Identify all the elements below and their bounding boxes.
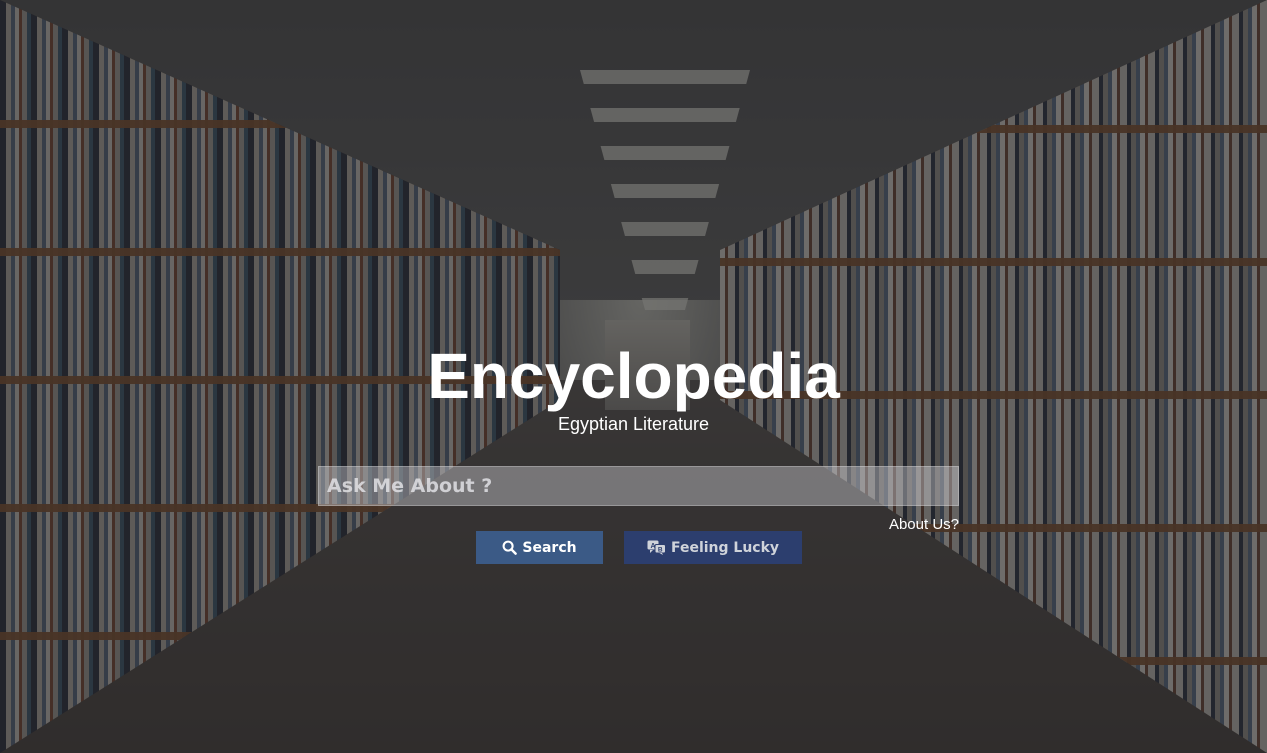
page-subtitle: Egyptian Literature [557,414,710,434]
page-title: Encyclopedia [427,340,840,412]
search-icon [502,540,518,555]
about-us-link[interactable]: About Us? [880,516,959,534]
search-input[interactable] [318,466,959,506]
search-button-label: Search [522,539,577,556]
svg-text:B: B [658,547,663,554]
feeling-lucky-button-label: Feeling Lucky [670,539,780,556]
language-icon: A B [647,540,666,555]
feeling-lucky-button[interactable]: A B Feeling Lucky [624,531,802,564]
main-content: Encyclopedia Egyptian Literature About U… [0,0,1267,753]
search-button[interactable]: Search [476,531,603,564]
